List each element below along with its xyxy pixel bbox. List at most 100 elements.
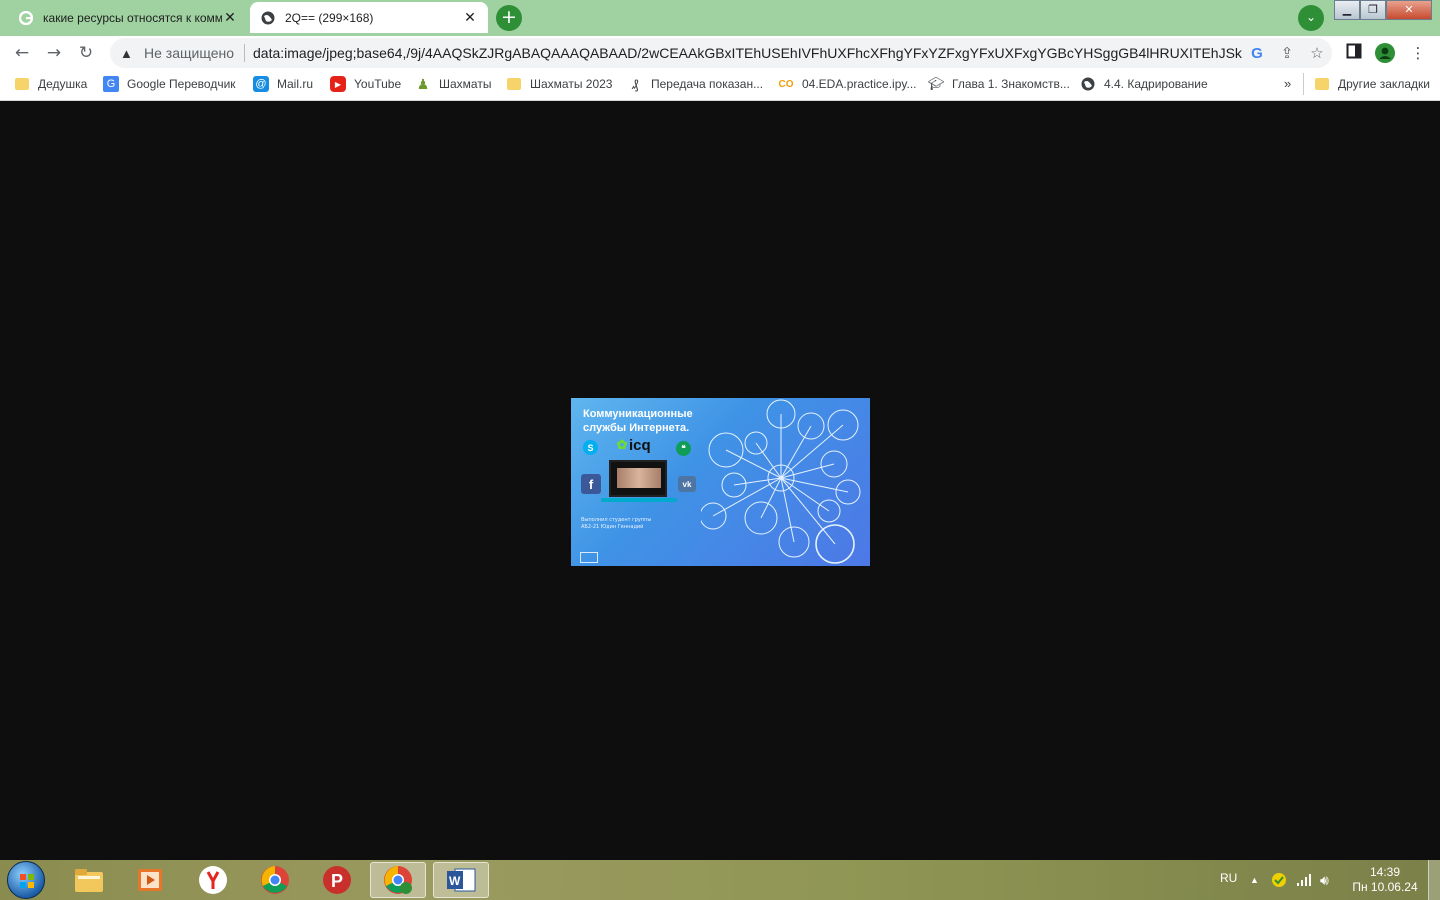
globe-icon — [1080, 76, 1096, 92]
chrome-icon[interactable] — [247, 862, 303, 898]
bookmarks-overflow-button[interactable]: » — [1284, 76, 1291, 91]
minimize-button[interactable]: ▁ — [1334, 0, 1360, 20]
file-explorer-icon[interactable] — [61, 862, 117, 898]
security-status[interactable]: Не защищено — [144, 45, 234, 61]
displayed-image[interactable]: Коммуникационные службы Интернета. S ✿ i… — [571, 398, 870, 566]
bookmark-item[interactable]: CO 04.EDA.practice.ipy... — [778, 76, 917, 92]
maximize-button[interactable]: ❐ — [1360, 0, 1386, 20]
tab-strip: какие ресурсы относятся к коммуникационн… — [0, 0, 1440, 36]
profile-avatar-icon[interactable] — [1375, 43, 1395, 63]
new-tab-button[interactable]: + — [496, 5, 522, 31]
bookmark-item[interactable]: 4.4. Кадрирование — [1080, 76, 1208, 92]
colab-icon: CO — [778, 78, 794, 90]
network-signal-icon[interactable] — [1296, 872, 1312, 888]
folder-icon — [506, 76, 522, 92]
psiphon-icon[interactable]: P — [309, 862, 365, 898]
bookmarks-bar: Дедушка G Google Переводчик @ Mail.ru ▶ … — [0, 70, 1440, 101]
mind-map-diagram — [701, 399, 861, 564]
windows-taskbar: P W RU ▲ 🔊︎ 14:39 Пн 10.06.24 — [0, 860, 1440, 900]
show-hidden-icons-icon[interactable]: ▲ — [1250, 860, 1259, 900]
address-bar[interactable]: ▲ Не защищено data:image/jpeg;base64,/9j… — [110, 38, 1332, 68]
chess-pawn-icon: ♟ — [416, 75, 430, 92]
browser-toolbar: ← → ↻ ▲ Не защищено data:image/jpeg;base… — [0, 36, 1440, 70]
google-icon — [18, 10, 34, 26]
bookmark-label: 04.EDA.practice.ipy... — [802, 77, 917, 91]
folder-icon — [14, 76, 30, 92]
bookmark-label: Дедушка — [38, 77, 88, 91]
globe-icon — [260, 10, 276, 26]
show-desktop-button[interactable] — [1428, 860, 1440, 900]
word-icon[interactable]: W — [433, 862, 489, 898]
bookmark-item[interactable]: 🎓︎ Глава 1. Знакомств... — [928, 76, 1070, 92]
image-title: Коммуникационные службы Интернета. — [583, 408, 693, 434]
start-button[interactable] — [7, 861, 45, 899]
folder-icon — [1314, 76, 1330, 92]
bookmark-folder[interactable]: Дедушка — [14, 76, 87, 92]
svg-text:W: W — [449, 874, 461, 888]
kebab-menu-icon[interactable]: ⋮ — [1408, 43, 1428, 63]
omnibox-divider — [244, 44, 245, 62]
warning-triangle-icon[interactable]: ▲ — [120, 46, 138, 61]
bookmark-label: Глава 1. Знакомств... — [952, 77, 1070, 91]
presentation-icon — [580, 552, 598, 563]
mailru-icon: @ — [253, 76, 269, 92]
reload-icon[interactable]: ↻ — [74, 41, 98, 65]
icq-wordmark: icq — [629, 436, 651, 454]
speaker-icon[interactable]: 🔊︎ — [1320, 860, 1329, 900]
media-player-icon[interactable] — [122, 862, 178, 898]
tab-search-button[interactable]: ⌄ — [1298, 5, 1324, 31]
language-indicator[interactable]: RU — [1220, 860, 1237, 900]
graduation-cap-icon: 🎓︎ — [927, 76, 945, 91]
url-text[interactable]: data:image/jpeg;base64,/9j/4AAQSkZJRgABA… — [253, 45, 1242, 61]
tab-image[interactable]: 2Q== (299×168) ✕ — [250, 2, 488, 33]
clock[interactable]: 14:39 Пн 10.06.24 — [1352, 865, 1418, 900]
bookmark-label: YouTube — [354, 77, 402, 91]
laptop-screen-image — [609, 460, 667, 497]
bookmark-label: Шахматы — [439, 77, 492, 91]
svg-text:P: P — [331, 871, 343, 891]
bookmark-label: Mail.ru — [277, 77, 314, 91]
skype-icon: S — [583, 440, 598, 455]
side-panel-icon[interactable] — [1344, 43, 1364, 63]
bookmark-item[interactable]: G Google Переводчик — [103, 76, 236, 92]
laptop-base — [601, 498, 677, 502]
clock-time: 14:39 — [1369, 865, 1401, 879]
share-icon[interactable]: ⇪ — [1272, 44, 1302, 62]
hangouts-icon: ❝ — [676, 441, 691, 456]
youtube-icon: ▶ — [330, 76, 346, 92]
bookmark-label: 4.4. Кадрирование — [1104, 77, 1208, 91]
bookmark-label: Передача показан... — [651, 77, 764, 91]
bookmark-folder[interactable]: Шахматы 2023 — [506, 76, 612, 92]
bookmark-label: Шахматы 2023 — [530, 77, 613, 91]
forward-arrow-icon[interactable]: → — [42, 41, 66, 65]
bookmark-item[interactable]: ♟ Шахматы — [415, 75, 492, 92]
bookmark-item[interactable]: ₰ Передача показан... — [627, 76, 763, 92]
tab-title: какие ресурсы относятся к коммуникационн… — [43, 10, 222, 25]
image-author: Выполнил студент группы АБ2-21 Юдин Генн… — [581, 517, 652, 530]
security-shield-icon[interactable] — [1271, 872, 1287, 888]
bookmark-label: Другие закладки — [1338, 77, 1430, 91]
other-bookmarks-folder[interactable]: Другие закладки — [1314, 76, 1430, 92]
chrome-profile-icon[interactable] — [370, 862, 426, 898]
vk-icon: vk — [678, 476, 696, 492]
window-controls: ▁ ❐ ✕ — [1334, 0, 1432, 20]
tab-search-results[interactable]: какие ресурсы относятся к коммуникационн… — [8, 2, 248, 33]
yandex-browser-icon[interactable] — [185, 862, 241, 898]
close-tab-icon[interactable]: ✕ — [222, 10, 238, 26]
star-icon[interactable]: ☆ — [1302, 44, 1332, 62]
icq-flower-icon: ✿ — [616, 437, 628, 452]
meter-icon: ₰ — [631, 76, 639, 92]
tab-title: 2Q== (299×168) — [285, 10, 374, 25]
bookmarks-divider — [1303, 73, 1304, 95]
bookmark-label: Google Переводчик — [127, 77, 236, 91]
close-tab-icon[interactable]: ✕ — [462, 10, 478, 26]
bookmark-item[interactable]: ▶ YouTube — [330, 76, 401, 92]
clock-date: Пн 10.06.24 — [1352, 880, 1418, 894]
facebook-icon: f — [581, 474, 601, 494]
translate-icon: G — [103, 76, 119, 92]
google-lens-icon[interactable]: G — [1242, 45, 1272, 62]
close-window-button[interactable]: ✕ — [1386, 0, 1432, 20]
page-viewport: Коммуникационные службы Интернета. S ✿ i… — [0, 102, 1440, 860]
back-arrow-icon[interactable]: ← — [10, 41, 34, 65]
bookmark-item[interactable]: @ Mail.ru — [253, 76, 313, 92]
